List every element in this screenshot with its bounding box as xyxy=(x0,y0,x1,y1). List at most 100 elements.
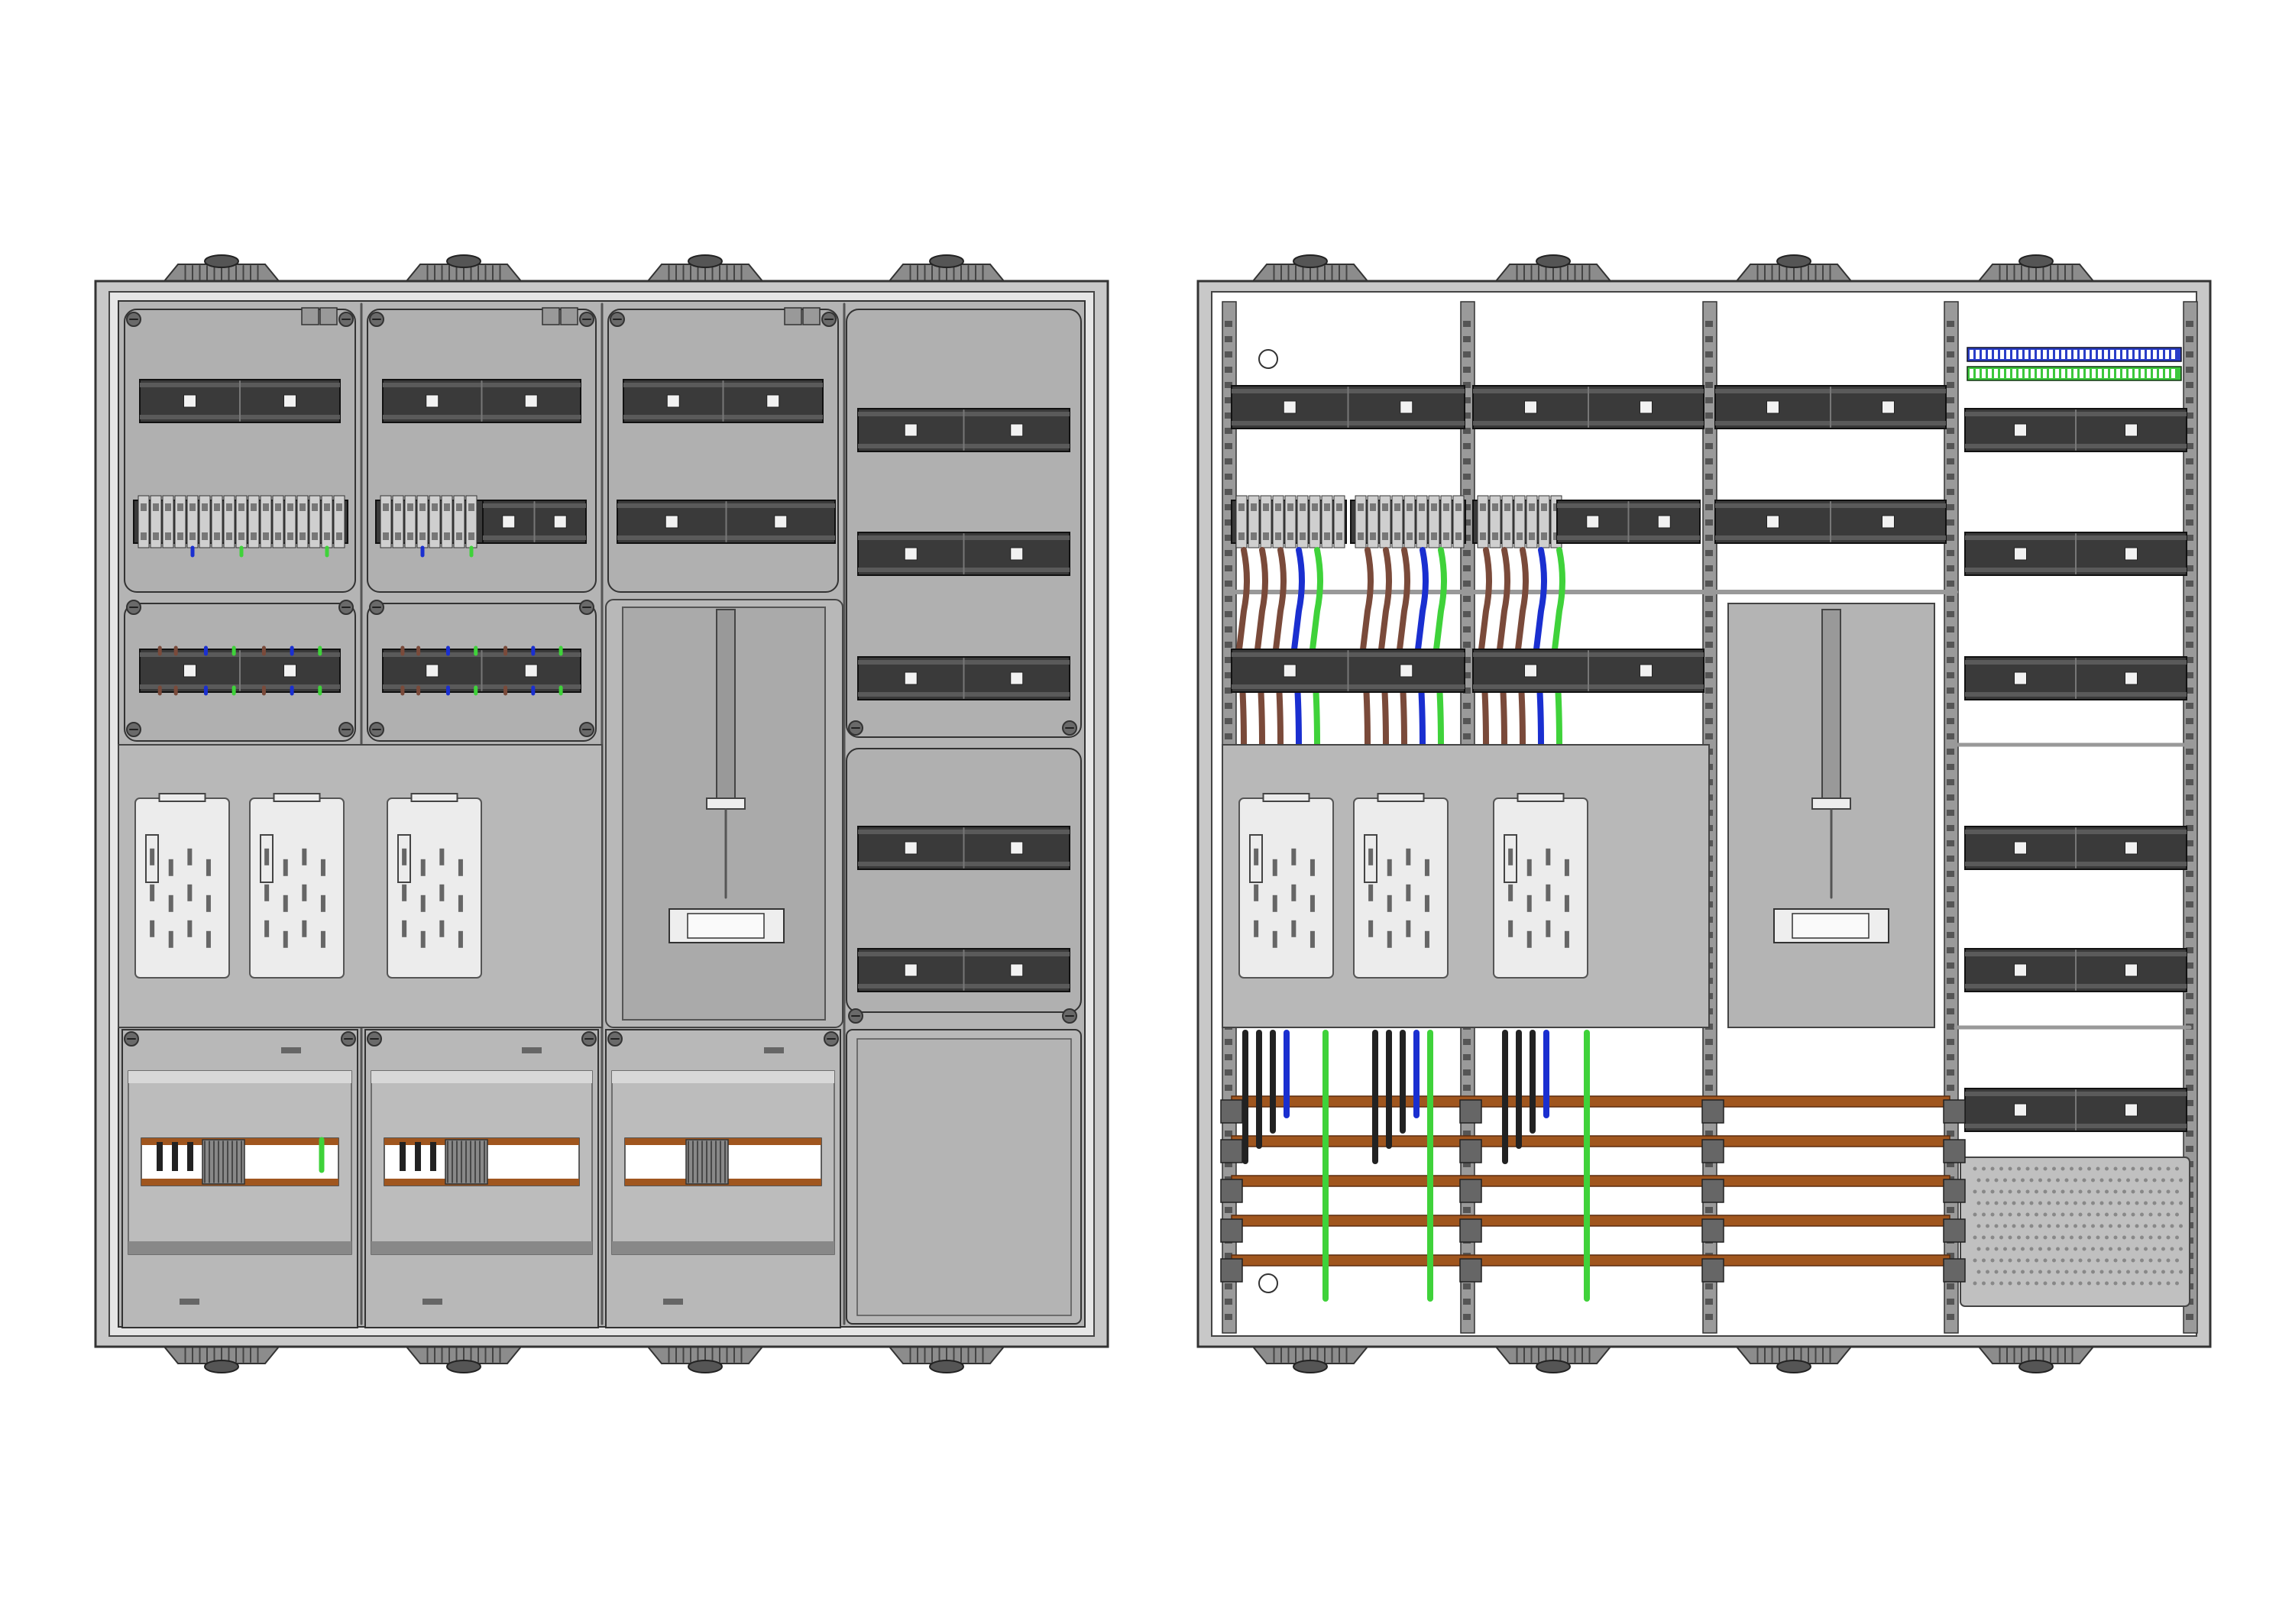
post-hole xyxy=(1947,596,1954,602)
plate-hole xyxy=(2061,1212,2065,1217)
meter-contact xyxy=(1309,930,1315,948)
post-hole xyxy=(1947,1054,1954,1060)
meter-contact xyxy=(1368,848,1374,865)
meter-contact xyxy=(458,859,463,876)
plate-hole xyxy=(2073,1178,2077,1182)
plate-hole xyxy=(2158,1235,2161,1240)
plate-hole xyxy=(2099,1247,2104,1251)
terminal-screw xyxy=(1988,350,1992,359)
plate-hole xyxy=(2078,1258,2083,1263)
meter-contact xyxy=(420,894,426,912)
post-hole xyxy=(1947,1069,1954,1076)
terminal-rail xyxy=(1231,495,1347,548)
plate-hole xyxy=(1990,1281,1995,1286)
cover-latch xyxy=(784,307,802,325)
plate-hole xyxy=(2017,1189,2021,1194)
meter-contact xyxy=(1368,884,1374,901)
plate-hole xyxy=(2152,1224,2157,1228)
din-rail-slot xyxy=(1586,515,1600,529)
plate-hole xyxy=(2052,1281,2056,1286)
plate-hole xyxy=(2122,1166,2126,1171)
terminal-screw xyxy=(1517,503,1523,511)
plate-hole xyxy=(2078,1166,2083,1171)
cable-entry-knob xyxy=(688,1360,723,1373)
plate-hole xyxy=(2122,1212,2126,1217)
cable-entry xyxy=(1494,1346,1613,1373)
post-hole xyxy=(1705,642,1713,648)
plate-hole xyxy=(2175,1189,2179,1194)
post-hole xyxy=(1463,474,1471,480)
terminal-rail xyxy=(1472,495,1562,548)
cable-entry xyxy=(1251,1346,1370,1373)
terminal-cover-bottom xyxy=(128,1241,351,1254)
din-rail-slot xyxy=(1283,664,1297,678)
post-hole xyxy=(1947,962,1954,969)
post-hole xyxy=(1947,764,1954,770)
terminal-screw xyxy=(226,503,232,511)
plate-hole xyxy=(2126,1178,2130,1182)
post-hole xyxy=(1463,703,1471,709)
terminal-screw xyxy=(1541,532,1547,540)
plate-hole xyxy=(2043,1166,2048,1171)
plate-hole xyxy=(2170,1270,2174,1274)
terminal-screw xyxy=(407,503,413,511)
meter-contact xyxy=(1546,884,1551,901)
post-hole xyxy=(2186,810,2193,816)
plate-hole xyxy=(2166,1281,2171,1286)
terminal-screw xyxy=(1443,532,1449,540)
plate-hole xyxy=(2126,1224,2130,1228)
post-hole xyxy=(1463,642,1471,648)
cable-entry-knob xyxy=(1776,254,1811,268)
post-hole xyxy=(1705,687,1713,694)
plate-hole xyxy=(2096,1235,2100,1240)
terminal-screw xyxy=(2086,350,2090,359)
din-rail xyxy=(1964,948,2187,992)
meter-contact xyxy=(420,859,426,876)
terminal-screw xyxy=(407,532,413,540)
plate-hole xyxy=(2148,1189,2153,1194)
din-rail-slot xyxy=(426,394,439,408)
post-hole xyxy=(2186,871,2193,877)
plate-hole xyxy=(2070,1281,2073,1286)
post-hole xyxy=(1947,1024,1954,1030)
post-hole xyxy=(1225,626,1232,632)
terminal-screw xyxy=(1300,503,1306,511)
plate-hole xyxy=(1990,1189,1995,1194)
post-hole xyxy=(1947,703,1954,709)
terminal-lug xyxy=(400,1142,406,1171)
meter-slot-frame xyxy=(249,797,345,979)
terminal-screw xyxy=(1238,532,1245,540)
meter-contact xyxy=(206,894,211,912)
terminal-screw xyxy=(2073,350,2077,359)
plate-hole xyxy=(2140,1212,2144,1217)
terminal-screw xyxy=(299,532,306,540)
plate-hole xyxy=(2003,1201,2007,1205)
post-hole xyxy=(2186,1069,2193,1076)
plate-hole xyxy=(2109,1247,2112,1251)
din-rail-slot xyxy=(2125,1103,2138,1117)
post-hole xyxy=(1947,519,1954,526)
plate-hole xyxy=(2087,1235,2091,1240)
post-hole xyxy=(1463,565,1471,571)
post-hole xyxy=(1947,565,1954,571)
plate-hole xyxy=(2099,1201,2104,1205)
plate-hole xyxy=(1982,1212,1986,1217)
plate-hole xyxy=(2175,1166,2179,1171)
terminal-screw xyxy=(2000,350,2004,359)
plate-hole xyxy=(2035,1258,2038,1263)
terminal-screw xyxy=(1312,503,1318,511)
post-hole xyxy=(1225,443,1232,449)
din-rail xyxy=(1231,385,1465,429)
terminal-screw xyxy=(1994,350,1998,359)
din-rail-slot xyxy=(904,963,918,977)
cabinet-drawings xyxy=(94,254,2212,1373)
plate-hole xyxy=(2117,1178,2122,1182)
meter-contact xyxy=(1508,920,1513,937)
plate-hole xyxy=(2087,1212,2091,1217)
busbar-holder xyxy=(1459,1139,1482,1163)
plate-hole xyxy=(2052,1258,2056,1263)
terminal-screw xyxy=(1382,532,1388,540)
terminal-screw xyxy=(214,532,220,540)
post-hole xyxy=(1463,1207,1471,1213)
terminal-screw xyxy=(2153,369,2157,378)
